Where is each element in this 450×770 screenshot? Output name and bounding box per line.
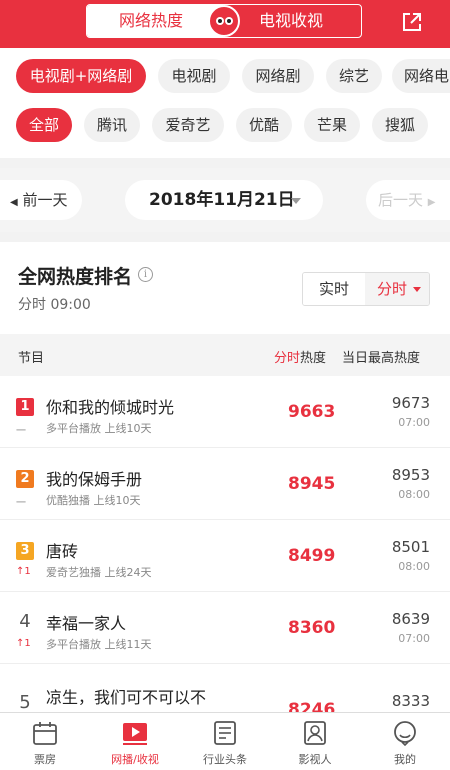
heat-value: 8499: [288, 546, 336, 566]
program-meta: 多平台播放 上线11天: [46, 638, 152, 651]
ranking-list: 1 一 你和我的倾城时光 多平台播放 上线10天 9663 9673 07:00…: [0, 376, 450, 714]
chip-tv[interactable]: 电视剧: [158, 59, 230, 93]
document-icon: [214, 721, 236, 745]
toggle-hourly[interactable]: 分时: [365, 273, 429, 305]
chip-platform-iqiyi[interactable]: 爱奇艺: [152, 108, 224, 142]
table-row[interactable]: 3 ↑1 唐砖 爱奇艺独播 上线24天 8499 8501 08:00: [0, 520, 450, 592]
heat-value: 9663: [288, 402, 336, 422]
trend-indicator: 一: [16, 426, 26, 437]
filter-chips: 电视剧+网络剧 电视剧 网络剧 综艺 网络电 全部 腾讯 爱奇艺 优酷 芒果 搜…: [0, 48, 450, 158]
rank-badge: 3: [16, 542, 34, 560]
column-heat-prefix: 分时: [274, 351, 301, 366]
rank-badge: 2: [16, 470, 34, 488]
nav-industry-news[interactable]: 行业头条: [180, 713, 270, 770]
nav-box-office[interactable]: 票房: [0, 713, 90, 770]
nav-label: 行业头条: [203, 753, 247, 766]
heat-value: 8360: [288, 618, 336, 638]
calendar-icon: [33, 722, 57, 745]
ranking-header: 全网热度排名 i 分时 09:00 实时 分时: [0, 242, 450, 334]
peak-time: 08:00: [398, 488, 430, 501]
program-meta: 优酷独播 上线10天: [46, 494, 141, 507]
table-header: 节目 分时热度 当日最高热度: [0, 334, 450, 376]
chip-platform-sohu[interactable]: 搜狐: [372, 108, 428, 142]
caret-down-icon: [413, 287, 421, 292]
nav-me[interactable]: 我的: [360, 713, 450, 770]
table-row[interactable]: 2 一 我的保姆手册 优酷独播 上线10天 8945 8953 08:00: [0, 448, 450, 520]
caret-down-icon: [291, 198, 301, 204]
info-icon[interactable]: i: [138, 267, 153, 282]
prev-day-label: 前一天: [22, 191, 68, 209]
date-selector: ◀ 前一天 2018年11月21日 后一天 ▶: [0, 168, 450, 232]
chip-web-movie[interactable]: 网络电: [392, 59, 450, 93]
top-bar: 网络热度 电视收视: [0, 0, 450, 48]
toggle-hourly-label: 分时: [377, 280, 408, 298]
program-title: 幸福一家人: [46, 614, 127, 633]
toggle-realtime[interactable]: 实时: [303, 273, 365, 305]
peak-value: 8333: [391, 692, 430, 710]
page-title: 全网热度排名: [18, 266, 133, 288]
peak-value: 8953: [391, 466, 430, 484]
heat-value: 8945: [288, 474, 336, 494]
mode-toggle: 实时 分时: [302, 272, 430, 306]
trend-up-indicator: ↑1: [16, 638, 31, 649]
table-row[interactable]: 5 凉生，我们可不可以不 忧伤 8246 8333: [0, 664, 450, 714]
rank-badge: 1: [16, 398, 34, 416]
person-card-icon: [304, 721, 326, 745]
nav-people[interactable]: 影视人: [270, 713, 360, 770]
chip-platform-youku[interactable]: 优酷: [236, 108, 292, 142]
chevron-right-icon: ▶: [427, 197, 436, 208]
chip-platform-all[interactable]: 全部: [16, 108, 72, 142]
current-date: 2018年11月21日: [149, 190, 295, 210]
nav-streaming[interactable]: 网播/收视: [90, 713, 180, 770]
ranking-time: 分时 09:00: [18, 297, 91, 313]
program-meta: 多平台播放 上线10天: [46, 422, 152, 435]
program-title: 凉生，我们可不可以不: [46, 688, 207, 707]
program-title: 我的保姆手册: [46, 470, 143, 489]
chip-variety[interactable]: 综艺: [326, 59, 382, 93]
play-icon: [123, 723, 147, 745]
tab-tv-ratings[interactable]: 电视收视: [223, 5, 361, 37]
program-title: 你和我的倾城时光: [46, 398, 175, 417]
chip-web-drama[interactable]: 网络剧: [242, 59, 314, 93]
next-day-label: 后一天: [378, 191, 424, 209]
peak-value: 9673: [391, 394, 430, 412]
chip-platform-mango[interactable]: 芒果: [304, 108, 360, 142]
bottom-nav: 票房 网播/收视 行业头条 影视人 我的: [0, 712, 450, 770]
rank-number: 4: [19, 611, 31, 632]
share-icon[interactable]: [400, 10, 424, 34]
column-heat-label: 热度: [300, 351, 327, 366]
nav-label: 网播/收视: [111, 753, 159, 766]
face-icon: [394, 721, 416, 746]
prev-day-button[interactable]: ◀ 前一天: [0, 180, 82, 220]
nav-label: 我的: [394, 753, 416, 766]
date-picker[interactable]: 2018年11月21日: [125, 180, 323, 220]
nav-label: 票房: [34, 753, 56, 766]
peak-time: 07:00: [398, 632, 430, 645]
peak-time: 08:00: [398, 560, 430, 573]
program-title: 唐砖: [46, 542, 79, 561]
trend-up-indicator: ↑1: [16, 566, 31, 577]
rank-number: 5: [19, 692, 31, 713]
peak-time: 07:00: [398, 416, 430, 429]
chip-tv-plus-web[interactable]: 电视剧+网络剧: [16, 59, 146, 93]
column-peak[interactable]: 当日最高热度: [342, 347, 420, 366]
table-row[interactable]: 4 ↑1 幸福一家人 多平台播放 上线11天 8360 8639 07:00: [0, 592, 450, 664]
trend-indicator: 一: [16, 498, 26, 509]
program-meta: 爱奇艺独播 上线24天: [46, 566, 152, 579]
column-program: 节目: [18, 351, 45, 366]
tab-network-heat[interactable]: 网络热度: [87, 5, 223, 37]
next-day-button[interactable]: 后一天 ▶: [366, 180, 450, 220]
peak-value: 8501: [391, 538, 430, 556]
mascot-logo: [208, 5, 240, 37]
chip-platform-tencent[interactable]: 腾讯: [84, 108, 140, 142]
chevron-left-icon: ◀: [10, 197, 18, 208]
nav-label: 影视人: [298, 753, 332, 766]
peak-value: 8639: [391, 610, 430, 628]
table-row[interactable]: 1 一 你和我的倾城时光 多平台播放 上线10天 9663 9673 07:00: [0, 376, 450, 448]
column-heat[interactable]: 分时热度: [274, 347, 326, 366]
